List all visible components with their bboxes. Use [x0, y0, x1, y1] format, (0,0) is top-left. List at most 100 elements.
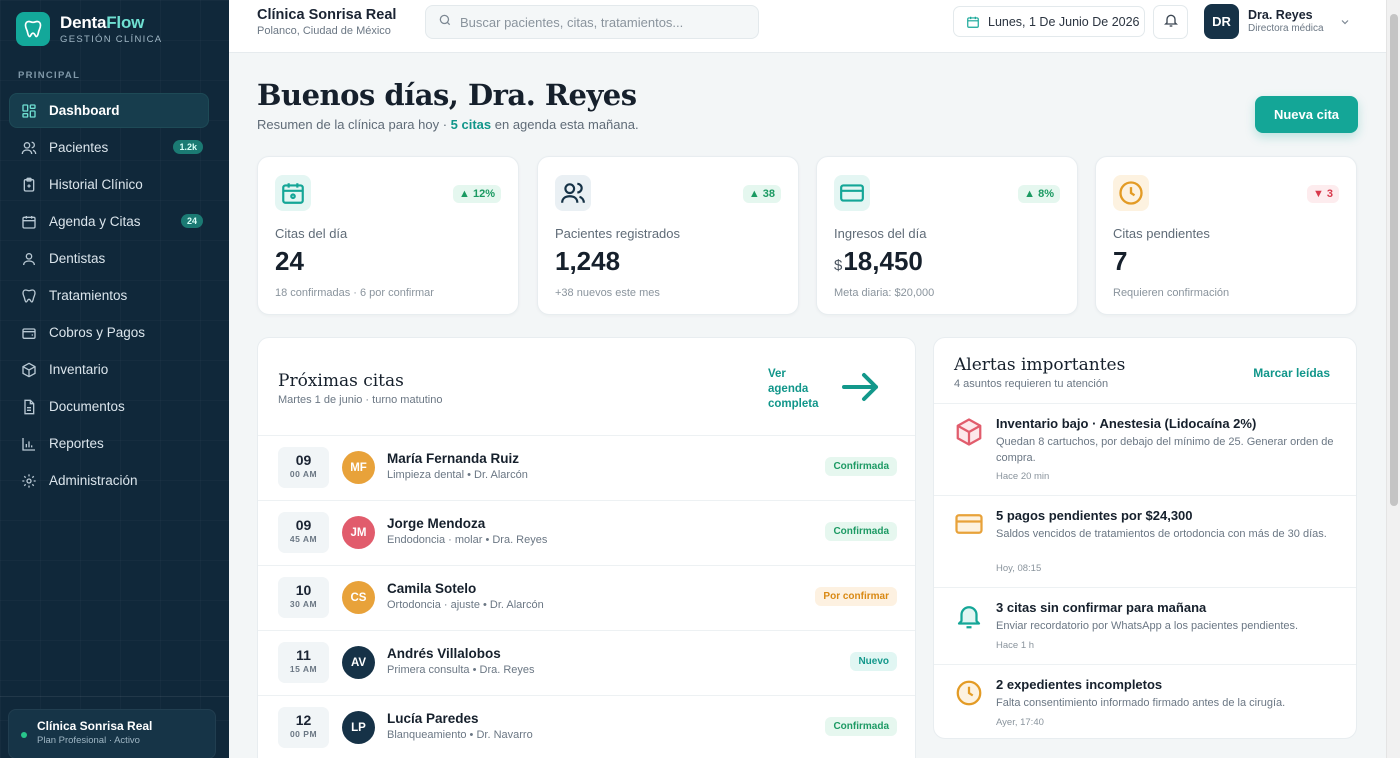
sidebar-item-tratamientos[interactable]: Tratamientos [9, 278, 209, 313]
alert-item[interactable]: 5 pagos pendientes por $24,300 Saldos ve… [934, 496, 1356, 588]
appointment-detail: Endodoncia · molar • Dra. Reyes [387, 534, 548, 546]
page-scrollbar[interactable] [1386, 0, 1400, 758]
notifications-button[interactable] [1153, 5, 1188, 39]
stat-card-pacientes[interactable]: ▲ 38 Pacientes registrados 1,248 +38 nue… [537, 156, 799, 315]
plan-status: Plan Profesional · Activo [37, 735, 140, 746]
calendar-icon [21, 214, 37, 230]
status-badge: Confirmada [825, 457, 897, 476]
sidebar-item-dentistas[interactable]: Dentistas [9, 241, 209, 276]
alert-description: Enviar recordatorio por WhatsApp a los p… [996, 620, 1299, 632]
time-box: 09 00 AM [278, 447, 329, 488]
date-picker[interactable]: Lunes, 1 De Junio De 2026 [953, 6, 1145, 37]
sidebar-item-label: Tratamientos [49, 288, 128, 303]
search-input[interactable] [460, 14, 750, 30]
patient-name[interactable]: Andrés Villalobos [387, 646, 501, 661]
sidebar-item-agenda[interactable]: Agenda y Citas 24 [9, 204, 209, 239]
patient-name[interactable]: Camila Sotelo [387, 581, 476, 596]
sidebar-item-administracion[interactable]: Administración [9, 463, 209, 498]
patient-name[interactable]: María Fernanda Ruiz [387, 451, 519, 466]
stat-card-ingresos[interactable]: ▲ 8% Ingresos del día $18,450 Meta diari… [816, 156, 1078, 315]
patient-name[interactable]: Lucía Paredes [387, 711, 479, 726]
stat-label: Citas del día [275, 226, 348, 241]
header-clinic-name: Clínica Sonrisa Real [257, 7, 397, 23]
sidebar-item-label: Inventario [49, 362, 109, 377]
sidebar-item-documentos[interactable]: Documentos [9, 389, 209, 424]
sidebar-item-reportes[interactable]: Reportes [9, 426, 209, 461]
appointment-row[interactable]: 10 30 AM CS Camila Sotelo Ortodoncia · aj… [258, 566, 915, 631]
appointment-detail: Blanqueamiento • Dr. Navarro [387, 729, 533, 741]
appointment-row[interactable]: 09 45 AM JM Jorge Mendoza Endodoncia · mo… [258, 501, 915, 566]
time-box: 09 45 AM [278, 512, 329, 553]
dashboard-icon [21, 103, 37, 119]
alert-description: Falta consentimiento informado firmado a… [996, 697, 1286, 709]
alert-title: 5 pagos pendientes por $24,300 [996, 508, 1193, 523]
top-header: Clínica Sonrisa Real Polanco, Ciudad de … [229, 0, 1386, 53]
calendar-icon [966, 15, 980, 29]
sidebar-item-inventario[interactable]: Inventario [9, 352, 209, 387]
mark-read-button[interactable]: Marcar leídas [1253, 366, 1330, 380]
wallet-icon [21, 325, 37, 341]
status-badge: Confirmada [825, 717, 897, 736]
new-appointment-button[interactable]: Nueva cita [1255, 96, 1358, 133]
stat-label: Citas pendientes [1113, 226, 1210, 241]
chevron-down-icon[interactable] [1339, 15, 1351, 33]
brand[interactable]: DentaFlow GESTIÓN CLÍNICA [16, 12, 162, 46]
sidebar-item-pacientes[interactable]: Pacientes 1.2k [9, 130, 209, 165]
appointment-row[interactable]: 11 15 AM AV Andrés Villalobos Primera con… [258, 631, 915, 696]
arrow-right-icon[interactable] [840, 370, 882, 409]
see-full-agenda-link[interactable]: Ver agenda completa [768, 367, 828, 412]
time-box: 12 00 PM [278, 707, 329, 748]
alert-item[interactable]: Inventario bajo · Anestesia (Lidocaína 2… [934, 404, 1356, 496]
alert-title: 3 citas sin confirmar para mañana [996, 600, 1207, 615]
trend-badge: ▲ 38 [742, 185, 781, 203]
user-avatar[interactable]: DR [1204, 4, 1239, 39]
alert-time: Hoy, 08:15 [996, 563, 1042, 574]
page-title: Buenos días, Dra. Reyes [257, 78, 637, 112]
box-icon [21, 362, 37, 378]
appointment-row[interactable]: 09 00 AM MF María Fernanda Ruiz Limpieza … [258, 436, 915, 501]
appointment-row[interactable]: 12 00 PM LP Lucía Paredes Blanqueamiento … [258, 696, 915, 758]
stat-value: 7 [1113, 246, 1128, 276]
brand-name: DentaFlow [60, 13, 145, 32]
alert-description: Saldos vencidos de tratamientos de ortod… [996, 528, 1327, 540]
tooth-logo-icon [16, 12, 50, 46]
sidebar-item-dashboard[interactable]: Dashboard [9, 93, 209, 128]
sidebar-item-label: Dashboard [49, 103, 120, 118]
patient-name[interactable]: Jorge Mendoza [387, 516, 485, 531]
clock-icon [1113, 175, 1149, 211]
stat-note: +38 nuevos este mes [555, 287, 660, 299]
sidebar-item-historial[interactable]: Historial Clínico [9, 167, 209, 202]
sidebar-item-label: Historial Clínico [49, 177, 143, 192]
sidebar-divider [0, 696, 229, 697]
alert-item[interactable]: 3 citas sin confirmar para mañana Enviar… [934, 588, 1356, 665]
alert-title: Inventario bajo · Anestesia (Lidocaína 2… [996, 416, 1257, 431]
time-box: 10 30 AM [278, 577, 329, 618]
sidebar: DentaFlow GESTIÓN CLÍNICA PRINCIPAL Dash… [0, 0, 229, 758]
currency-symbol: $ [834, 257, 843, 274]
stat-value: $18,450 [834, 246, 923, 276]
user-name[interactable]: Dra. Reyes [1248, 8, 1313, 22]
bell-icon [1163, 12, 1179, 33]
appointment-detail: Ortodoncia · ajuste • Dr. Alarcón [387, 599, 544, 611]
trend-badge: ▼ 3 [1306, 185, 1339, 203]
document-icon [21, 399, 37, 415]
sidebar-item-label: Administración [49, 473, 138, 488]
stat-label: Pacientes registrados [555, 226, 681, 241]
clinic-plan-card[interactable]: Clínica Sonrisa Real Plan Profesional · … [8, 709, 216, 758]
alert-time: Ayer, 17:40 [996, 717, 1044, 728]
stat-card-pendientes[interactable]: ▼ 3 Citas pendientes 7 Requieren confirm… [1095, 156, 1357, 315]
clinic-name: Clínica Sonrisa Real [37, 719, 153, 733]
trend-badge: ▲ 12% [453, 185, 501, 203]
stat-card-citas[interactable]: ▲ 12% Citas del día 24 18 confirmadas · … [257, 156, 519, 315]
alert-item[interactable]: 2 expedientes incompletos Falta consenti… [934, 665, 1356, 738]
current-date: Lunes, 1 De Junio De 2026 [988, 14, 1140, 29]
search-bar[interactable] [425, 5, 759, 39]
sidebar-item-label: Cobros y Pagos [49, 325, 146, 340]
alert-time: Hace 1 h [996, 640, 1035, 651]
sidebar-item-label: Pacientes [49, 140, 109, 155]
stat-label: Ingresos del día [834, 226, 927, 241]
scrollbar-thumb[interactable] [1390, 14, 1398, 506]
users-icon [555, 175, 591, 211]
clock-icon [954, 678, 984, 708]
sidebar-item-cobros[interactable]: Cobros y Pagos [9, 315, 209, 350]
